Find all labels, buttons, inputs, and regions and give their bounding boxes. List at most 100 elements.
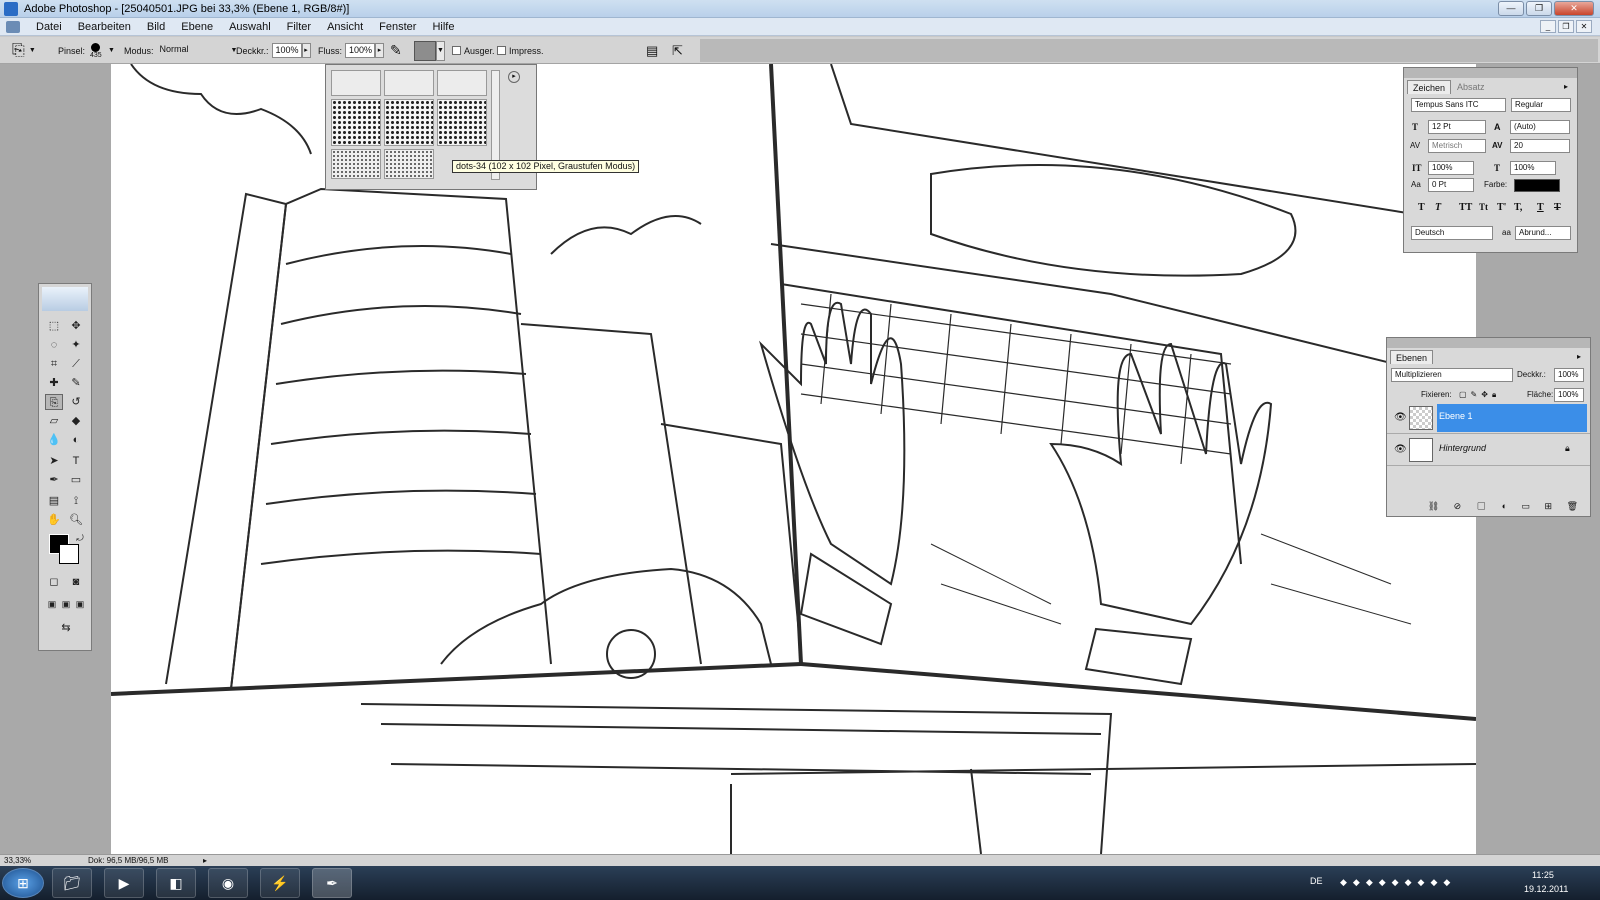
quick-mask-icon[interactable]: ◙ <box>67 574 85 590</box>
aligned-checkbox-box[interactable] <box>452 46 461 55</box>
antialias-select[interactable]: Abrund... <box>1515 226 1571 240</box>
pattern-swatch-3[interactable] <box>437 70 487 96</box>
menu-ebene[interactable]: Ebene <box>173 18 221 36</box>
pattern-swatch-5[interactable] <box>384 99 434 146</box>
healing-brush-icon[interactable]: ✚ <box>45 375 63 391</box>
doc-minimize-button[interactable]: _ <box>1540 20 1556 33</box>
clock-date[interactable]: 19.12.2011 <box>1524 884 1568 894</box>
menu-auswahl[interactable]: Auswahl <box>221 18 279 36</box>
blur-tool-icon[interactable]: 💧 <box>45 432 63 448</box>
doc-close-button[interactable]: ✕ <box>1576 20 1592 33</box>
photoshop-taskbar-icon[interactable]: ✒ <box>312 868 352 898</box>
start-button[interactable]: ⊞ <box>2 868 44 898</box>
impressionist-checkbox-box[interactable] <box>497 46 506 55</box>
tab-zeichen[interactable]: Zeichen <box>1407 80 1452 94</box>
imageready-jump-icon[interactable]: ⇆ <box>53 620 79 636</box>
swap-colors-icon[interactable]: ⤾ <box>71 530 89 546</box>
layers-panel-titlebar[interactable] <box>1387 338 1590 348</box>
menu-filter[interactable]: Filter <box>279 18 319 36</box>
background-color-swatch[interactable] <box>59 544 79 564</box>
layer-row-hintergrund[interactable]: 👁︎ Hintergrund 🔒︎ <box>1387 434 1590 466</box>
winamp-taskbar-icon[interactable]: ⚡ <box>260 868 300 898</box>
document-icon[interactable] <box>6 20 20 33</box>
path-selection-icon[interactable]: ➤ <box>45 453 63 469</box>
adobe-feather-icon[interactable] <box>42 287 88 311</box>
vertical-scale-input[interactable]: 100% <box>1428 161 1474 175</box>
pen-tool-icon[interactable]: ✒ <box>45 472 63 488</box>
brush-picker[interactable]: 435 <box>90 37 102 64</box>
notes-tool-icon[interactable]: ▤ <box>45 493 63 509</box>
horizontal-scale-input[interactable]: 100% <box>1510 161 1556 175</box>
eye-icon[interactable]: 👁︎ <box>1394 412 1407 423</box>
superscript-button[interactable]: T' <box>1497 202 1506 213</box>
input-language[interactable]: DE <box>1310 876 1323 886</box>
layer-opacity-input[interactable]: 100% <box>1554 368 1584 382</box>
blend-mode-select[interactable]: Multiplizieren <box>1391 368 1513 382</box>
type-tool-icon[interactable]: T <box>67 453 85 469</box>
lasso-tool-icon[interactable]: ◌ <box>45 337 63 353</box>
pattern-swatch-7[interactable] <box>331 149 381 179</box>
pattern-swatch-4[interactable] <box>331 99 381 146</box>
tracking-input[interactable]: 20 <box>1510 139 1570 153</box>
layer-row-ebene-1[interactable]: 👁︎ Ebene 1 <box>1387 402 1590 434</box>
flow-slider-button[interactable]: ▸ <box>375 43 385 58</box>
app-taskbar-icon[interactable]: ◧ <box>156 868 196 898</box>
pattern-menu-arrow-icon[interactable]: ▸ <box>508 71 520 83</box>
pattern-swatch-2[interactable] <box>384 70 434 96</box>
leading-input[interactable]: (Auto) <box>1510 120 1570 134</box>
character-panel-titlebar[interactable] <box>1404 68 1577 78</box>
layers-menu-arrow-icon[interactable]: ▸ <box>1577 352 1581 361</box>
tab-ebenen[interactable]: Ebenen <box>1390 350 1434 364</box>
font-size-input[interactable]: 12 Pt <box>1428 120 1486 134</box>
menu-bearbeiten[interactable]: Bearbeiten <box>70 18 139 36</box>
screen-mode-full-icon[interactable]: ▣ <box>71 596 89 612</box>
brush-tool-icon[interactable]: ✎ <box>67 375 85 391</box>
slice-tool-icon[interactable]: ⟋ <box>67 356 85 372</box>
fill-input[interactable]: 100% <box>1554 388 1584 402</box>
minimize-button[interactable]: — <box>1498 1 1524 16</box>
system-tray-icons[interactable]: ◆◆◆◆◆◆◆◆◆ <box>1340 877 1456 888</box>
text-color-swatch[interactable] <box>1514 179 1560 192</box>
pattern-stamp-icon[interactable]: ⎘ <box>45 394 63 410</box>
document-canvas[interactable] <box>111 64 1476 854</box>
pattern-dropdown-icon[interactable]: ▼ <box>436 40 445 61</box>
menu-datei[interactable]: Datei <box>28 18 70 36</box>
hand-tool-icon[interactable]: ✋ <box>45 512 63 528</box>
strikethrough-button[interactable]: T <box>1554 202 1561 213</box>
airbrush-icon[interactable]: ✎ <box>390 37 402 64</box>
history-brush-icon[interactable]: ↺ <box>67 394 85 410</box>
all-caps-button[interactable]: TT <box>1459 202 1472 213</box>
language-select[interactable]: Deutsch <box>1411 226 1493 240</box>
menu-fenster[interactable]: Fenster <box>371 18 424 36</box>
subscript-button[interactable]: T, <box>1514 202 1522 213</box>
magic-wand-icon[interactable]: ✦ <box>67 337 85 353</box>
font-style-select[interactable]: Regular <box>1511 98 1571 112</box>
mode-select[interactable]: Normal <box>156 43 231 58</box>
bridge-icon[interactable]: ⇱ <box>672 37 683 64</box>
zoom-tool-icon[interactable]: 🔍︎ <box>67 512 85 528</box>
underline-button[interactable]: T <box>1537 202 1544 213</box>
move-tool-icon[interactable]: ✥ <box>67 318 85 334</box>
marquee-tool-icon[interactable]: ⬚ <box>45 318 63 334</box>
pattern-swatch-button[interactable]: ▼ <box>414 37 445 64</box>
baseline-shift-input[interactable]: 0 Pt <box>1428 178 1474 192</box>
eyedropper-icon[interactable]: ⟟ <box>67 493 85 509</box>
crop-tool-icon[interactable]: ⌗ <box>45 356 63 372</box>
zoom-level[interactable]: 33,33% <box>4 855 31 866</box>
menu-bild[interactable]: Bild <box>139 18 173 36</box>
brush-dropdown-icon[interactable]: ▼ <box>108 47 115 54</box>
kerning-select[interactable]: Metrisch <box>1428 139 1486 153</box>
doc-restore-button[interactable]: ❐ <box>1558 20 1574 33</box>
aligned-checkbox[interactable]: Ausger. <box>452 37 495 64</box>
lock-icons[interactable]: ▢✎✥🔒︎ <box>1459 388 1500 402</box>
tab-absatz[interactable]: Absatz <box>1452 80 1490 94</box>
eraser-tool-icon[interactable]: ▱ <box>45 413 63 429</box>
paint-bucket-icon[interactable]: ◆ <box>67 413 85 429</box>
impressionist-checkbox[interactable]: Impress. <box>497 37 544 64</box>
faux-bold-button[interactable]: T <box>1418 202 1425 213</box>
opacity-input[interactable]: 100% <box>271 43 302 58</box>
flow-input[interactable]: 100% <box>345 43 376 58</box>
small-caps-button[interactable]: Tt <box>1479 202 1488 212</box>
close-button[interactable]: ✕ <box>1554 1 1594 16</box>
tool-preset-picker[interactable]: ⎘ ▼ <box>12 37 36 64</box>
